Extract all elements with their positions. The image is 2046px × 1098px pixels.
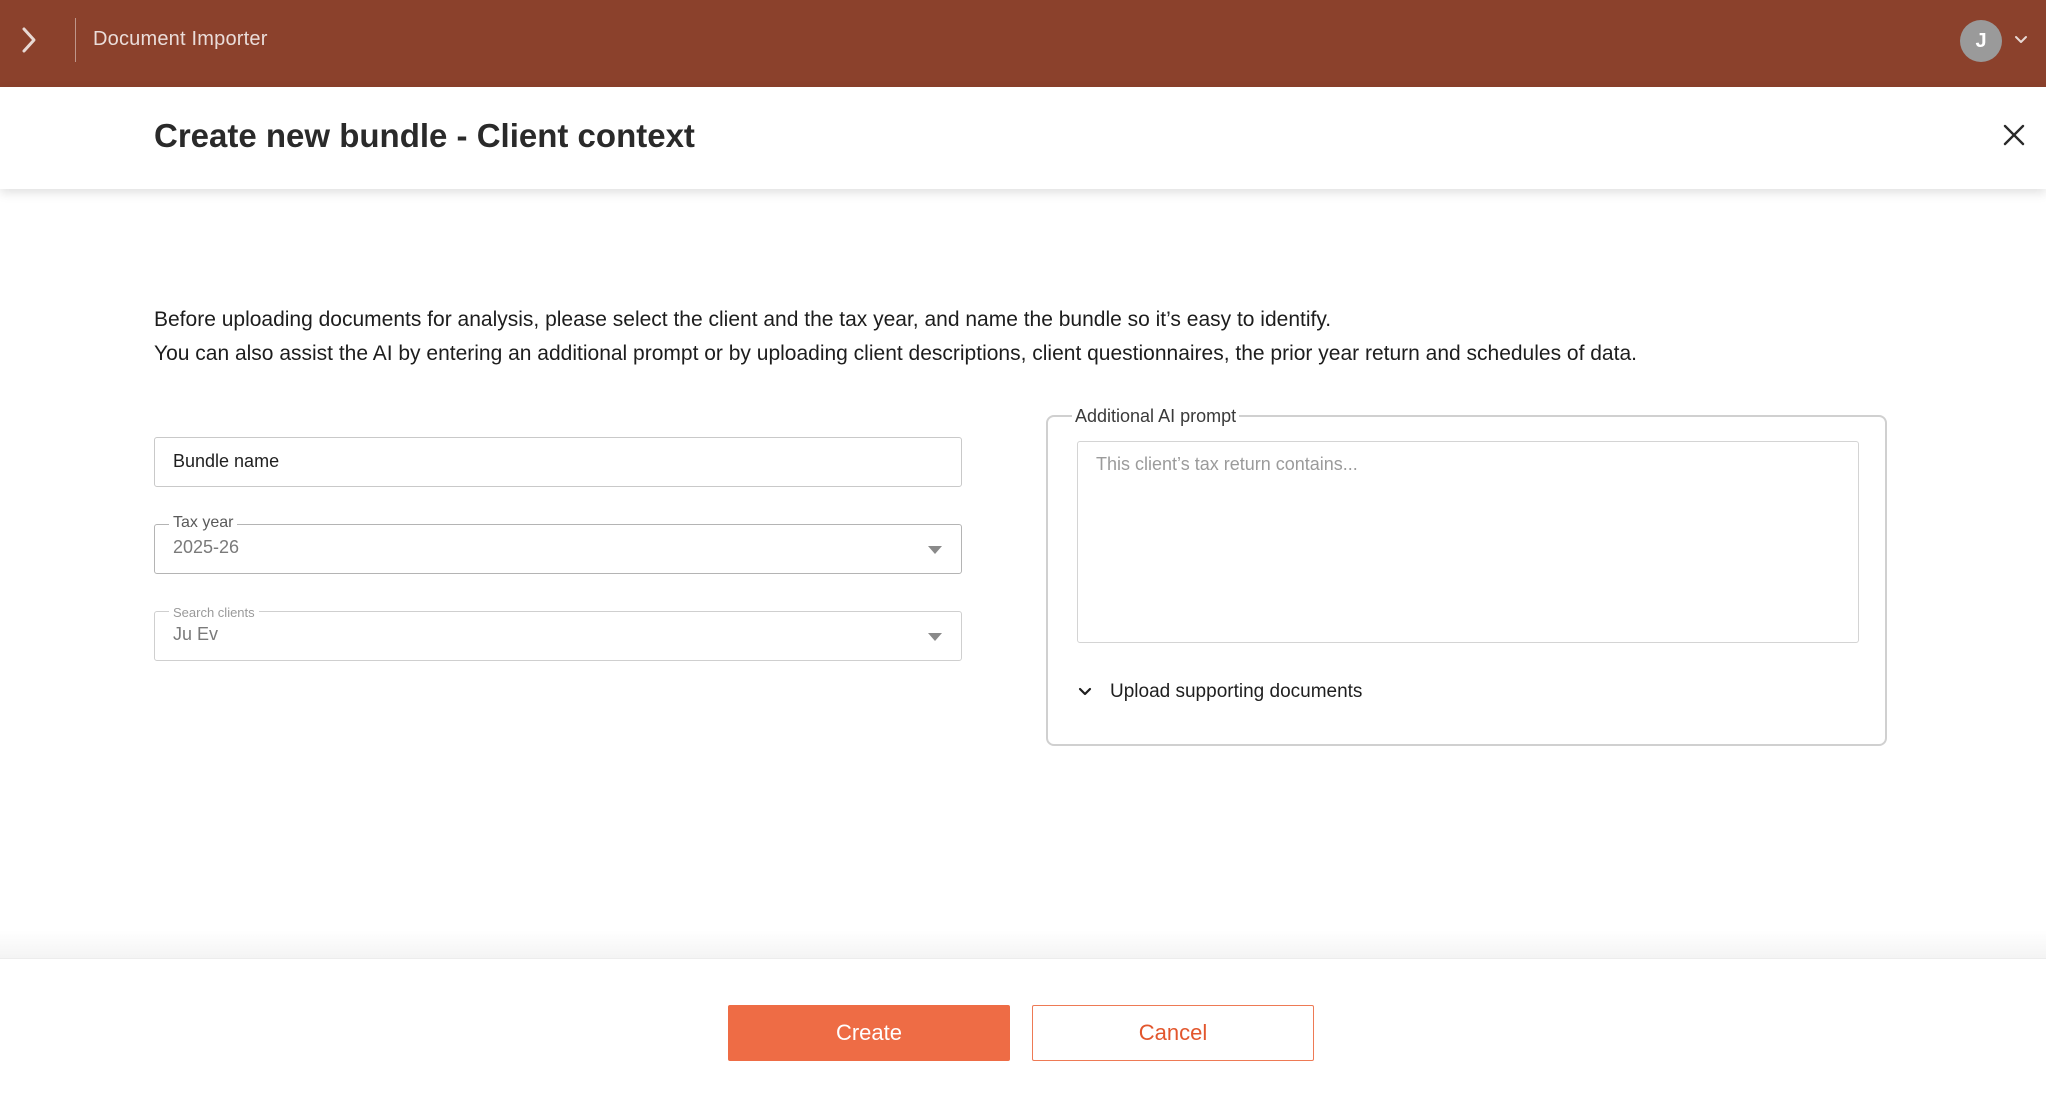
topbar-divider (75, 18, 76, 62)
tax-year-label: Tax year (169, 513, 238, 533)
tax-year-value: 2025-26 (173, 537, 240, 557)
upload-supporting-documents-label: Upload supporting documents (1110, 681, 1363, 702)
close-dialog-button[interactable] (1998, 121, 2030, 153)
tax-year-select[interactable]: Tax year 2025-26 (154, 513, 962, 574)
dropdown-arrow-icon (927, 542, 943, 558)
user-menu-button[interactable] (2010, 30, 2032, 52)
footer-shadow (0, 930, 2046, 960)
search-clients-select[interactable]: Search clients Ju Ev (154, 603, 962, 661)
dialog-footer: Create Cancel (0, 958, 2046, 1098)
chevron-down-icon (1076, 683, 1094, 701)
search-clients-value: Ju Ev (173, 624, 219, 644)
dropdown-arrow-icon (927, 629, 943, 645)
additional-ai-prompt-group: Additional AI prompt Upload supporting d… (1046, 404, 1887, 746)
upload-supporting-documents-toggle[interactable]: Upload supporting documents (1076, 679, 1362, 705)
bundle-name-input[interactable] (155, 438, 933, 484)
bundle-name-field[interactable] (154, 437, 962, 487)
intro-line-2: You can also assist the AI by entering a… (154, 342, 1637, 365)
dialog-title: Create new bundle - Client context (154, 117, 695, 154)
ai-prompt-textarea[interactable] (1077, 441, 1859, 643)
dialog-header: Create new bundle - Client context (0, 87, 2046, 189)
ai-prompt-legend: Additional AI prompt (1072, 404, 1240, 428)
expand-sidebar-button[interactable] (12, 18, 46, 66)
intro-text: Before uploading documents for analysis,… (154, 303, 1954, 371)
close-icon (2003, 124, 2025, 151)
app-top-bar: Document Importer J (0, 0, 2046, 87)
search-clients-label: Search clients (169, 603, 259, 623)
user-avatar[interactable]: J (1960, 20, 2002, 62)
chevron-down-icon (2014, 32, 2028, 50)
chevron-right-icon (21, 26, 37, 59)
create-button[interactable]: Create (728, 1005, 1010, 1061)
cancel-button[interactable]: Cancel (1032, 1005, 1314, 1061)
app-title: Document Importer (93, 28, 268, 50)
intro-line-1: Before uploading documents for analysis,… (154, 308, 1332, 331)
